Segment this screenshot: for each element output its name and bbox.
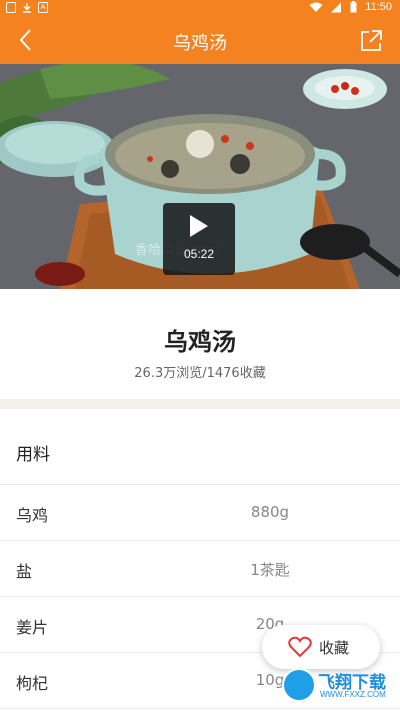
ingredients-title: 用料 <box>0 409 400 485</box>
status-bar: A 11:50 <box>0 0 400 16</box>
ingredient-row: 盐 1茶匙 <box>0 541 400 597</box>
section-divider <box>0 399 400 409</box>
site-watermark-logo: 飞翔下载 WWW.FXXZ.COM <box>282 666 394 706</box>
title-bar: 乌鸡汤 <box>0 16 400 64</box>
play-button[interactable]: 05:22 <box>163 203 235 275</box>
status-clock: 11:50 <box>365 1 392 13</box>
image-icon <box>6 2 16 13</box>
ingredient-name: 姜片 <box>16 618 49 637</box>
site-url: WWW.FXXZ.COM <box>320 690 386 699</box>
play-icon <box>190 215 208 237</box>
ingredient-name: 枸杞 <box>16 674 49 693</box>
logo-circle <box>282 668 316 702</box>
recipe-stats: 26.3万浏览/1476收藏 <box>134 366 266 381</box>
ingredient-name: 乌鸡 <box>16 506 49 525</box>
app-a-icon: A <box>38 2 48 13</box>
share-icon <box>361 30 382 51</box>
ingredient-name: 盐 <box>16 562 33 581</box>
status-left: A <box>6 2 48 13</box>
video-duration: 05:22 <box>183 247 215 261</box>
ingredient-amount: 880g <box>250 503 290 521</box>
recipe-title: 乌鸡汤 <box>164 328 236 356</box>
recipe-video[interactable]: 香哈菜谱.com 05:22 <box>0 64 400 289</box>
ingredient-amount: 1茶匙 <box>250 561 290 579</box>
signal-icon <box>331 2 342 12</box>
battery-icon <box>350 1 357 13</box>
wifi-icon <box>309 2 323 12</box>
download-icon <box>23 3 31 13</box>
heart-icon <box>288 636 312 658</box>
ingredient-row: 乌鸡 880g <box>0 485 400 541</box>
page-title: 乌鸡汤 <box>173 33 227 54</box>
status-right: 11:50 <box>309 1 392 13</box>
share-button[interactable] <box>356 26 386 54</box>
favorite-label: 收藏 <box>319 639 350 657</box>
favorite-button[interactable]: 收藏 <box>262 625 380 669</box>
recipe-info: 乌鸡汤 26.3万浏览/1476收藏 <box>0 289 400 399</box>
